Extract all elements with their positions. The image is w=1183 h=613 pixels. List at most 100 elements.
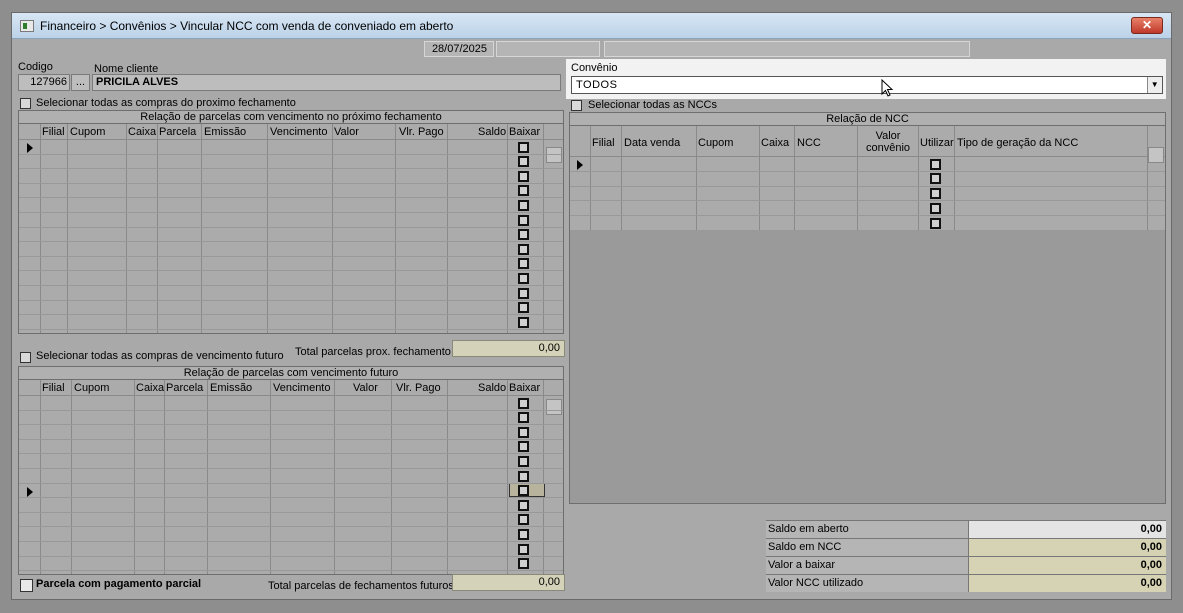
row-checkbox[interactable] [518,543,529,555]
title-bar: Financeiro > Convênios > Vincular NCC co… [12,13,1171,39]
row-checkbox[interactable] [518,558,529,570]
col-data-venda: Data venda [624,137,681,149]
col-parcela: Parcela [166,382,204,394]
table-row[interactable] [19,438,563,440]
table-row[interactable] [19,182,563,184]
ncc-grid-title: Relação de NCC [570,113,1165,126]
col-ncc: NCC [797,137,821,149]
convenio-select[interactable]: TODOS ▼ [571,76,1163,94]
row-checkbox[interactable] [518,214,529,226]
client-code-input[interactable]: 127966 [18,74,70,91]
mouse-pointer-icon [881,79,894,97]
client-name-field: PRICILA ALVES [92,74,561,91]
row-checkbox[interactable] [518,229,529,241]
table-row[interactable] [19,328,563,330]
row-checkbox[interactable] [518,316,529,328]
next-closing-grid-title: Relação de parcelas com vencimento no pr… [19,111,563,124]
total-future-label: Total parcelas de fechamentos futuros [268,580,454,592]
row-checkbox[interactable] [518,287,529,299]
table-row[interactable] [19,212,563,213]
row-checkbox[interactable] [518,170,529,182]
table-row[interactable] [19,453,563,455]
col-caixa: Caixa [136,382,165,394]
table-row[interactable] [19,153,563,155]
summary-row-valor-baixar: Valor a baixar 0,00 [766,556,1166,574]
row-checkbox[interactable] [930,217,941,229]
table-row[interactable] [19,511,563,513]
col-cupom: Cupom [74,382,110,394]
table-row[interactable] [570,200,1165,202]
row-checkbox[interactable] [518,199,529,211]
summary-value: 0,00 [969,521,1166,538]
row-checkbox[interactable] [518,528,529,540]
row-checkbox[interactable] [518,272,529,284]
close-button[interactable]: ✕ [1131,17,1163,34]
col-valor: Valor [334,126,359,138]
table-row[interactable] [19,497,563,499]
table-row[interactable] [19,241,563,243]
table-row[interactable] [19,526,563,528]
table-row[interactable] [19,555,563,557]
convenio-selected-value: TODOS [576,79,618,91]
summary-label: Saldo em NCC [766,539,969,556]
col-vencimento: Vencimento [270,126,328,138]
row-checkbox[interactable] [518,302,529,314]
row-checkbox[interactable] [930,188,941,200]
select-all-future-checkbox[interactable] [20,352,31,363]
client-lookup-button[interactable]: ... [71,74,90,91]
select-all-next-closing-checkbox[interactable] [20,98,31,109]
col-vlr-pago: Vlr. Pago [399,126,444,138]
summary-label: Valor a baixar [766,557,969,574]
table-row[interactable] [19,482,563,484]
row-selector-icon [27,143,33,153]
row-checkbox[interactable] [930,202,941,214]
table-row[interactable] [570,170,1165,172]
table-row[interactable] [570,230,1165,231]
grid-scrollbar[interactable] [546,147,562,163]
table-row[interactable] [570,215,1165,217]
table-row[interactable] [19,226,563,228]
row-checkbox[interactable] [518,412,529,424]
table-row[interactable] [19,168,563,170]
table-row[interactable] [19,197,563,199]
table-row[interactable] [19,409,563,411]
table-row[interactable] [19,570,563,572]
row-checkbox[interactable] [930,158,941,170]
grid-scrollbar[interactable] [1148,147,1164,163]
col-valor-convenio: Valor convênio [865,130,911,154]
row-checkbox[interactable] [518,243,529,255]
table-row[interactable] [19,255,563,257]
col-filial: Filial [42,126,65,138]
table-row[interactable] [19,468,563,469]
row-checkbox[interactable] [518,455,529,467]
row-checkbox[interactable] [518,156,529,168]
table-row[interactable] [19,314,563,316]
table-row[interactable] [19,424,563,426]
row-checkbox[interactable] [518,397,529,409]
table-row[interactable] [19,299,563,301]
row-selector-icon [27,487,33,497]
row-checkbox[interactable] [518,426,529,438]
row-checkbox[interactable] [518,185,529,197]
row-checkbox[interactable] [518,499,529,511]
summary-label: Saldo em aberto [766,521,969,538]
row-checkbox[interactable] [518,485,529,497]
row-checkbox[interactable] [930,173,941,185]
row-checkbox[interactable] [518,470,529,482]
table-row[interactable] [570,185,1165,187]
table-row[interactable] [19,285,563,286]
select-all-ncc-checkbox[interactable] [571,100,582,111]
row-checkbox[interactable] [518,258,529,270]
partial-payment-checkbox[interactable] [20,579,33,592]
col-filial: Filial [42,382,65,394]
table-row[interactable] [19,270,563,272]
status-field-3 [604,41,970,57]
table-row[interactable] [19,541,563,542]
app-icon [20,20,34,32]
row-checkbox[interactable] [518,141,529,153]
row-checkbox[interactable] [518,441,529,453]
row-checkbox[interactable] [518,514,529,526]
grid-scrollbar[interactable] [546,399,562,415]
main-window: Financeiro > Convênios > Vincular NCC co… [11,12,1172,600]
chevron-down-icon[interactable]: ▼ [1147,77,1162,93]
